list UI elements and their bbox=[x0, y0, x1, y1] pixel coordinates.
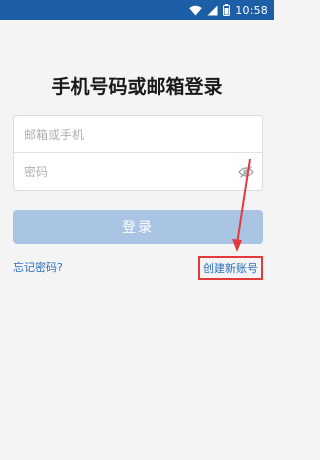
battery-icon bbox=[223, 1, 231, 20]
wifi-icon bbox=[189, 1, 202, 20]
status-icons: 10:58 bbox=[189, 2, 268, 18]
account-input[interactable] bbox=[24, 116, 224, 153]
login-form bbox=[13, 115, 263, 191]
page-title: 手机号码或邮箱登录 bbox=[51, 76, 223, 98]
create-account-link[interactable]: 创建新账号 bbox=[198, 256, 263, 280]
eye-off-icon[interactable] bbox=[236, 162, 256, 182]
status-bar: 10:58 bbox=[0, 0, 274, 20]
login-button[interactable]: 登录 bbox=[13, 210, 263, 244]
status-time: 10:58 bbox=[235, 3, 268, 17]
signal-icon bbox=[207, 1, 218, 20]
password-field bbox=[14, 153, 262, 190]
account-field bbox=[14, 116, 262, 153]
password-input[interactable] bbox=[24, 153, 224, 190]
forgot-password-link[interactable]: 忘记密码? bbox=[13, 259, 63, 275]
